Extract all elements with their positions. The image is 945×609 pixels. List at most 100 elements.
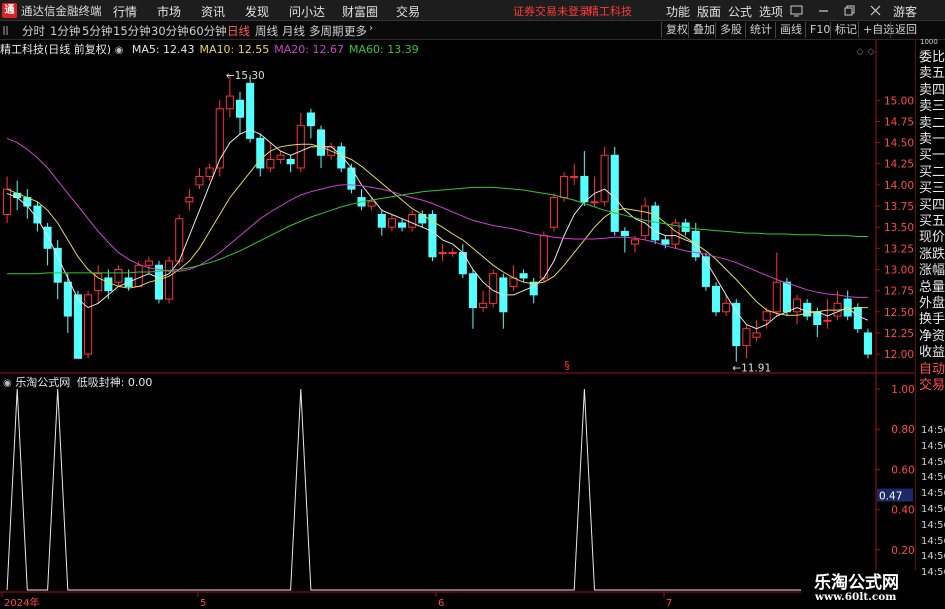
candle[interactable] <box>53 239 62 300</box>
close-icon[interactable] <box>869 4 882 17</box>
candle[interactable] <box>428 210 437 262</box>
candle[interactable] <box>549 193 559 232</box>
tab-weekly[interactable]: 周线 <box>255 23 278 39</box>
menu-ask-xiaoda[interactable]: 问小达 <box>289 3 325 20</box>
menu-function[interactable]: 功能 <box>666 3 690 20</box>
candle[interactable] <box>803 299 812 321</box>
candle[interactable] <box>246 74 255 143</box>
sidebar-toggle-icon[interactable] <box>2 25 12 36</box>
add-watchlist-button[interactable]: +自选 <box>858 22 894 38</box>
candle[interactable] <box>357 189 366 211</box>
candle[interactable] <box>84 290 93 359</box>
kline-chart[interactable]: 15.00 14.75 14.50 14.25 14.00 13.75 13.50 13.25… <box>0 40 915 609</box>
tab-15min[interactable]: 15分钟 <box>113 23 151 39</box>
candle[interactable] <box>722 294 731 317</box>
candle[interactable] <box>144 256 153 274</box>
candle[interactable] <box>296 112 305 173</box>
tab-monthly[interactable]: 月线 <box>282 23 305 39</box>
trade-login-status[interactable]: 证券交易未登录 <box>513 3 590 19</box>
restore-icon[interactable] <box>843 4 856 17</box>
candle[interactable] <box>468 269 477 329</box>
candle[interactable] <box>3 176 12 223</box>
candle[interactable] <box>590 176 599 207</box>
candle[interactable] <box>337 142 346 173</box>
candle[interactable] <box>742 324 751 359</box>
candle[interactable] <box>792 294 802 325</box>
legend-toggle-icon[interactable]: ◉ <box>115 45 124 56</box>
candle[interactable] <box>529 277 538 304</box>
menu-news[interactable]: 资讯 <box>201 3 225 20</box>
tab-60min[interactable]: 60分钟 <box>189 23 227 39</box>
menu-formula[interactable]: 公式 <box>728 3 752 20</box>
candle[interactable] <box>519 269 528 283</box>
tab-daily[interactable]: 日线 <box>227 23 250 39</box>
menu-market[interactable]: 市场 <box>157 3 181 20</box>
candle[interactable] <box>286 155 295 173</box>
candle[interactable] <box>479 290 488 312</box>
candle[interactable] <box>154 261 164 304</box>
candle[interactable] <box>235 91 245 135</box>
candle[interactable] <box>306 108 315 139</box>
candle[interactable] <box>671 218 680 249</box>
statistics-button[interactable]: 统计 <box>745 22 772 38</box>
tab-5min[interactable]: 5分钟 <box>82 23 112 39</box>
candle[interactable] <box>276 151 285 164</box>
menu-quotes[interactable]: 行情 <box>113 3 137 20</box>
candle[interactable] <box>114 265 123 287</box>
candle[interactable] <box>377 210 386 236</box>
menu-discover[interactable]: 发现 <box>245 3 269 20</box>
candle[interactable] <box>863 328 872 359</box>
candle[interactable] <box>752 320 761 342</box>
candle[interactable] <box>448 248 457 257</box>
candle[interactable] <box>620 227 629 253</box>
tab-30min[interactable]: 30分钟 <box>151 23 189 39</box>
draw-line-button[interactable]: 画线 <box>775 22 802 38</box>
overlay-button[interactable]: 叠加 <box>688 22 715 38</box>
candle[interactable] <box>165 256 174 304</box>
candle[interactable] <box>499 273 508 329</box>
multi-stock-button[interactable]: 多股 <box>715 22 742 38</box>
candle[interactable] <box>175 214 184 266</box>
candle[interactable] <box>701 252 710 291</box>
mark-button[interactable]: 标记 <box>830 22 857 38</box>
candle[interactable] <box>458 244 467 278</box>
menu-trade[interactable]: 交易 <box>396 3 420 20</box>
candle[interactable] <box>33 201 42 232</box>
back-button[interactable]: 返回 <box>890 22 917 38</box>
candle[interactable] <box>580 151 589 207</box>
candle[interactable] <box>387 214 396 232</box>
candle[interactable] <box>256 134 265 177</box>
more-chevron-icon[interactable]: › <box>369 23 373 34</box>
candle[interactable] <box>610 146 619 236</box>
candle[interactable] <box>185 189 194 211</box>
tab-1min[interactable]: 1分钟 <box>50 23 80 39</box>
candle[interactable] <box>43 222 52 266</box>
menu-options[interactable]: 选项 <box>759 3 783 20</box>
candle[interactable] <box>600 146 609 207</box>
candle[interactable] <box>266 142 275 173</box>
candle[interactable] <box>94 265 103 304</box>
candle[interactable] <box>711 282 721 317</box>
candle[interactable] <box>823 299 832 329</box>
candle[interactable] <box>398 218 407 232</box>
tab-intraday[interactable]: 分时 <box>22 23 45 39</box>
candle[interactable] <box>195 167 204 190</box>
candle[interactable] <box>772 252 781 317</box>
adjust-button[interactable]: 复权 <box>661 22 688 38</box>
f10-button[interactable]: F10 <box>805 22 830 38</box>
tab-multi-period[interactable]: 多周期 <box>309 23 344 39</box>
candle[interactable] <box>843 290 852 321</box>
guest-button[interactable]: 游客 <box>893 3 917 20</box>
menu-wealth-circle[interactable]: 财富圈 <box>342 3 378 20</box>
candle[interactable] <box>438 244 447 262</box>
candle[interactable] <box>408 210 417 232</box>
minimize-icon[interactable] <box>817 4 830 17</box>
tab-more[interactable]: 更多 <box>344 23 367 39</box>
candle[interactable] <box>13 180 22 211</box>
screen-icon[interactable] <box>790 4 803 17</box>
sub-toggle-icon[interactable]: ◉ <box>3 378 12 389</box>
side-label[interactable]: 交易 <box>919 374 945 393</box>
candle[interactable] <box>641 197 650 240</box>
candle[interactable] <box>570 163 579 185</box>
menu-layout[interactable]: 版面 <box>697 3 721 20</box>
